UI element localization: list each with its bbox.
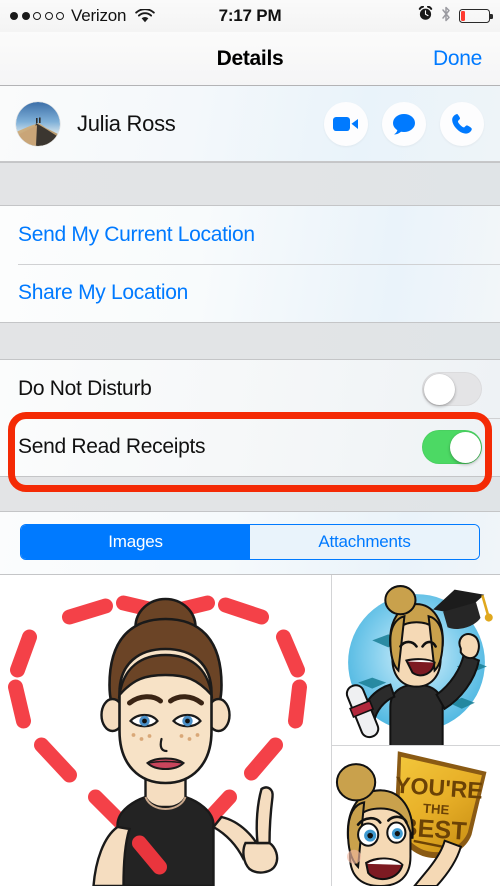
attachments-right-column: YOU'RE THE BEST — [332, 575, 500, 886]
share-my-location-row[interactable]: Share My Location — [0, 264, 500, 322]
bluetooth-icon — [441, 6, 451, 27]
thumbnail-youre-the-best-bitmoji[interactable]: YOU'RE THE BEST — [332, 746, 500, 886]
section-spacer-3 — [0, 476, 500, 512]
wifi-icon — [135, 7, 156, 24]
send-read-receipts-label: Send Read Receipts — [18, 435, 206, 458]
toggle-knob — [449, 431, 481, 463]
phone-icon — [451, 113, 473, 135]
segmented-control-container: Images Attachments — [0, 512, 500, 575]
battery-low-icon — [459, 9, 493, 23]
carrier-name: Verizon — [71, 6, 127, 25]
contact-name: Julia Ross — [77, 110, 176, 136]
avatar[interactable] — [16, 101, 60, 146]
alarm-clock-icon — [418, 5, 433, 26]
facetime-video-button[interactable] — [324, 101, 368, 146]
iphone-screen: Verizon 7:17 PM Details Done Julia Ross … — [0, 0, 500, 889]
done-button[interactable]: Done — [433, 47, 482, 71]
message-button[interactable] — [382, 101, 426, 146]
section-spacer-2 — [0, 322, 500, 360]
section-spacer-1 — [0, 162, 500, 206]
page-title: Details — [216, 46, 284, 70]
location-section: Send My Current Location Share My Locati… — [0, 206, 500, 322]
send-read-receipts-row[interactable]: Send Read Receipts — [0, 418, 500, 476]
send-my-current-location-row[interactable]: Send My Current Location — [0, 206, 500, 264]
status-bar-left: Verizon — [10, 6, 156, 26]
send-my-current-location-label: Send My Current Location — [18, 223, 255, 246]
signal-strength-icon — [10, 12, 64, 20]
tab-attachments[interactable]: Attachments — [250, 525, 479, 559]
row-divider — [18, 264, 500, 265]
attachments-grid: YOU'RE THE BEST — [0, 575, 500, 886]
speech-bubble-icon — [392, 113, 416, 135]
row-divider — [18, 418, 500, 419]
thumbnail-graduation-bitmoji[interactable] — [332, 575, 500, 746]
status-bar-right — [418, 5, 493, 27]
thumbnail-heart-bitmoji[interactable] — [0, 575, 332, 886]
do-not-disturb-label: Do Not Disturb — [18, 377, 152, 400]
toggle-section: Do Not Disturb Send Read Receipts — [0, 360, 500, 476]
share-my-location-label: Share My Location — [18, 281, 188, 304]
segmented-control: Images Attachments — [20, 524, 480, 560]
send-read-receipts-toggle[interactable] — [422, 430, 482, 464]
toggle-knob — [423, 373, 455, 405]
do-not-disturb-toggle[interactable] — [422, 372, 482, 406]
contact-row[interactable]: Julia Ross — [0, 86, 500, 162]
call-button[interactable] — [440, 101, 484, 146]
contact-actions — [324, 101, 484, 146]
status-bar: Verizon 7:17 PM — [0, 0, 500, 32]
do-not-disturb-row[interactable]: Do Not Disturb — [0, 360, 500, 418]
tab-images[interactable]: Images — [21, 525, 250, 559]
navigation-bar: Details Done — [0, 32, 500, 86]
video-camera-icon — [333, 115, 359, 133]
